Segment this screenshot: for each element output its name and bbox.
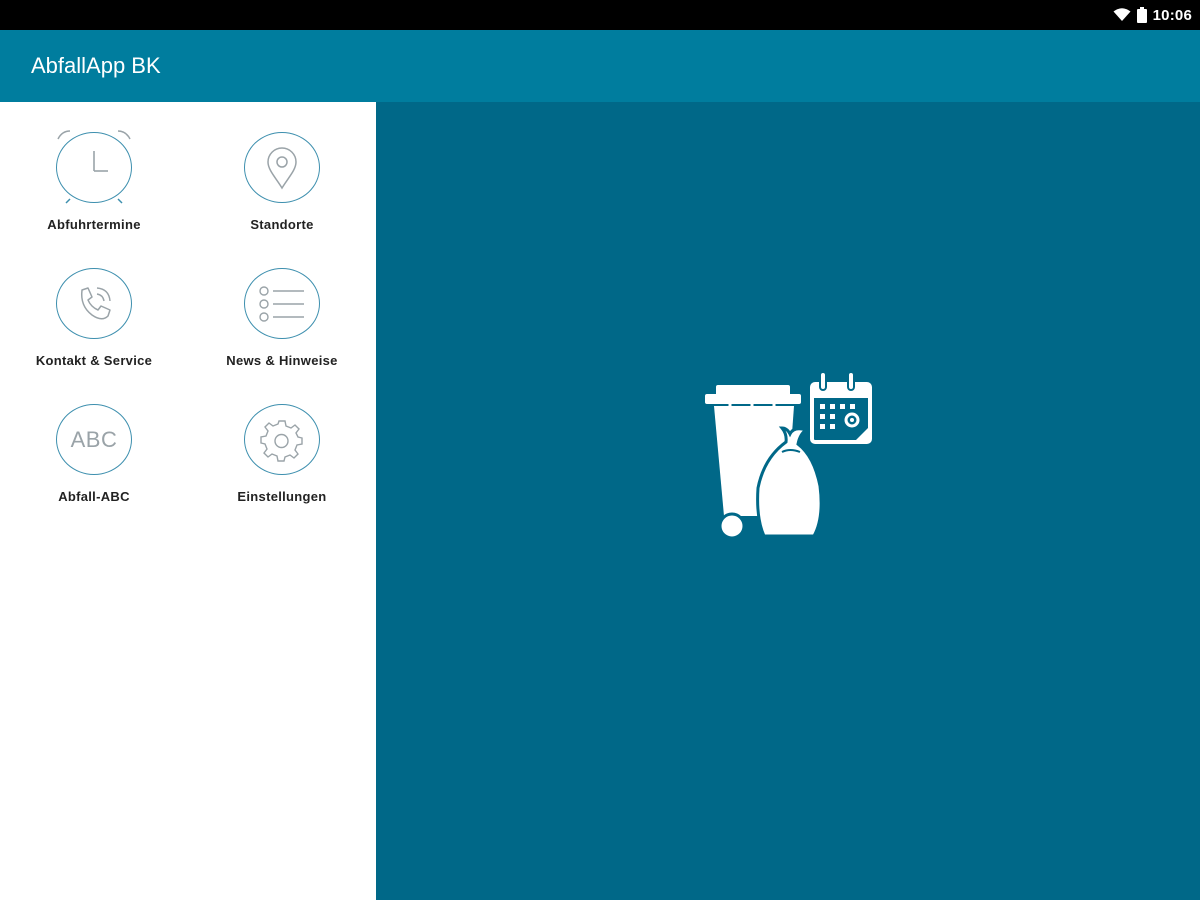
menu-item-label: Abfall-ABC (58, 489, 130, 504)
battery-icon (1136, 7, 1147, 23)
gear-icon (244, 404, 320, 475)
menu-item-abfuhrtermine[interactable]: Abfuhrtermine (0, 102, 188, 232)
phone-icon (56, 268, 132, 339)
location-pin-icon (244, 132, 320, 203)
menu-item-standorte[interactable]: Standorte (188, 102, 376, 232)
menu-item-label: Kontakt & Service (35, 353, 153, 368)
abc-icon-text: ABC (70, 426, 118, 452)
waste-bin-calendar-icon (702, 368, 876, 547)
app-bar: AbfallApp BK (0, 30, 1200, 102)
menu-item-einstellungen[interactable]: Einstellungen (188, 374, 376, 504)
abc-icon: ABC (56, 404, 132, 475)
menu-item-news-hinweise[interactable]: News & Hinweise (188, 238, 376, 368)
alarm-clock-icon (56, 130, 132, 204)
wifi-icon (1113, 8, 1131, 22)
menu-item-abfall-abc[interactable]: ABC Abfall-ABC (0, 374, 188, 504)
list-icon (244, 268, 320, 339)
menu-item-label: Abfuhrtermine (47, 217, 141, 232)
menu-item-label: Einstellungen (237, 489, 327, 504)
app-title: AbfallApp BK (31, 53, 161, 78)
menu-item-label: Standorte (250, 217, 314, 232)
status-time: 10:06 (1152, 6, 1192, 24)
menu-item-kontakt-service[interactable]: Kontakt & Service (0, 238, 188, 368)
status-bar: 10:06 (0, 0, 1200, 30)
main-content (376, 102, 1200, 900)
sidebar-menu: Abfuhrtermine Standorte Kontakt & Servic… (0, 102, 376, 900)
menu-item-label: News & Hinweise (226, 353, 338, 368)
